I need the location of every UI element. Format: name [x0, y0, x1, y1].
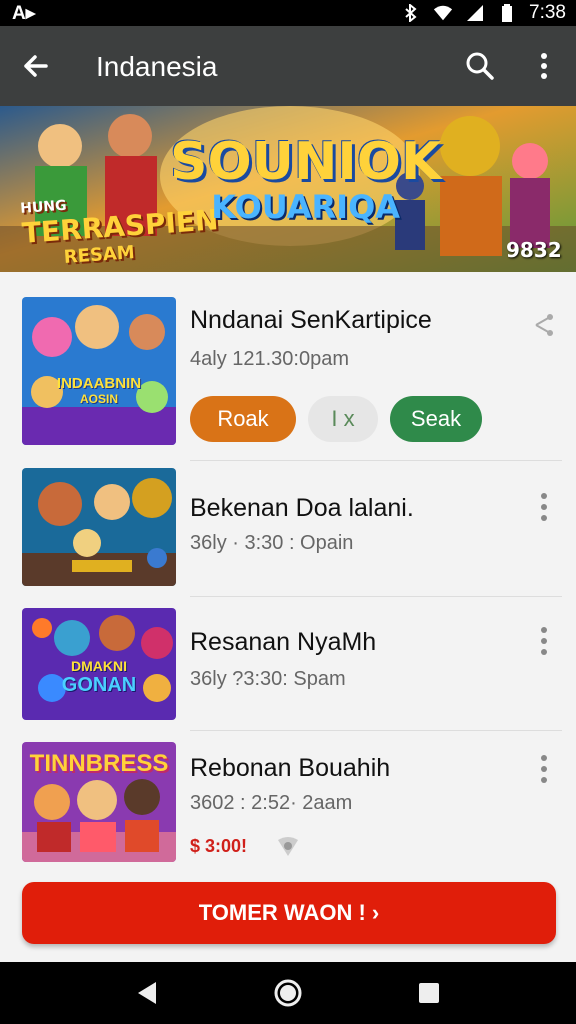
thumbnail-title-line-1: DMAKNI: [71, 658, 127, 674]
wifi-icon: [433, 4, 453, 22]
page-title: Indanesia: [96, 51, 218, 82]
item-title: Rebonan Bouahih: [190, 754, 391, 782]
thumbnail-title-line-2: AOSIN: [79, 392, 118, 406]
primary-cta-button[interactable]: TOMER WAON ! ›: [22, 882, 556, 944]
chip-roak[interactable]: Roak: [190, 396, 296, 442]
status-time: 7:38: [529, 2, 566, 23]
thumbnail: DMAKNI GONAN: [22, 608, 176, 720]
thumbnail: INDAABNIN AOSIN: [22, 297, 176, 445]
list-item[interactable]: DMAKNI GONAN Resanan NyaMh 36ly ?3:30: S…: [0, 596, 576, 731]
status-left-text: A▸: [12, 3, 36, 24]
more-vert-icon[interactable]: [530, 490, 558, 524]
thumbnail: TINNBRESS: [22, 742, 176, 862]
price-label: $ 3:00!: [190, 836, 248, 856]
nav-home-icon[interactable]: [271, 976, 305, 1010]
back-arrow-icon[interactable]: [16, 46, 56, 86]
thumbnail-title-line-2: GONAN: [61, 674, 137, 696]
status-bar: A▸ 7:38: [0, 0, 576, 26]
bluetooth-icon: [401, 4, 421, 22]
chip-ix[interactable]: I x: [308, 396, 378, 442]
nav-recents-icon[interactable]: [412, 976, 446, 1010]
thumbnail-title: DMAKNI GONAN: [22, 658, 176, 697]
list-item[interactable]: INDAABNIN AOSIN Nndanai SenKartipice 4al…: [0, 272, 576, 461]
nav-back-icon[interactable]: [130, 976, 164, 1010]
banner-center-title: SOUNIOK KOUARIQA: [170, 132, 441, 226]
signal-icon: [465, 4, 485, 22]
item-subtitle: 4aly 121.30:0pam: [190, 348, 350, 370]
share-icon[interactable]: [530, 308, 558, 342]
list-item[interactable]: Bekenan Doa lalani. 36ly · 3:30 : Opain: [0, 460, 576, 597]
chip-seak[interactable]: Seak: [390, 396, 482, 442]
item-subtitle: 36ly · 3:30 : Opain: [190, 532, 354, 554]
more-vert-icon[interactable]: [530, 752, 558, 786]
thumbnail-title: INDAABNIN AOSIN: [22, 375, 176, 406]
item-title: Nndanai SenKartipice: [190, 306, 432, 334]
banner-badge: 9832: [506, 238, 562, 262]
item-title: Bekenan Doa lalani.: [190, 494, 414, 522]
item-subtitle: 36ly ?3:30: Spam: [190, 668, 346, 690]
item-subtitle: 3602 : 2:52· 2aam: [190, 792, 353, 814]
status-right: 7:38: [401, 2, 566, 24]
thumbnail-title-line-1: INDAABNIN: [56, 375, 142, 392]
hero-banner[interactable]: HUNG TERRASPIEN RESAM SOUNIOK KOUARIQA 9…: [0, 106, 576, 272]
thumbnail: [22, 468, 176, 586]
app-bar: Indanesia: [0, 26, 576, 106]
more-vert-icon[interactable]: [530, 624, 558, 658]
banner-center-line-1: SOUNIOK: [170, 132, 442, 192]
banner-center-line-2: KOUARIQA: [211, 188, 401, 226]
search-icon[interactable]: [460, 46, 500, 86]
more-vert-icon[interactable]: [526, 46, 562, 86]
system-nav-bar: [0, 962, 576, 1024]
list-item[interactable]: TINNBRESS Rebonan Bouahih 3602 : 2:52· 2…: [0, 730, 576, 870]
thumbnail-title: TINNBRESS: [29, 750, 169, 777]
location-pin-icon: [274, 834, 302, 860]
battery-icon: [497, 4, 517, 22]
item-title: Resanan NyaMh: [190, 628, 377, 656]
